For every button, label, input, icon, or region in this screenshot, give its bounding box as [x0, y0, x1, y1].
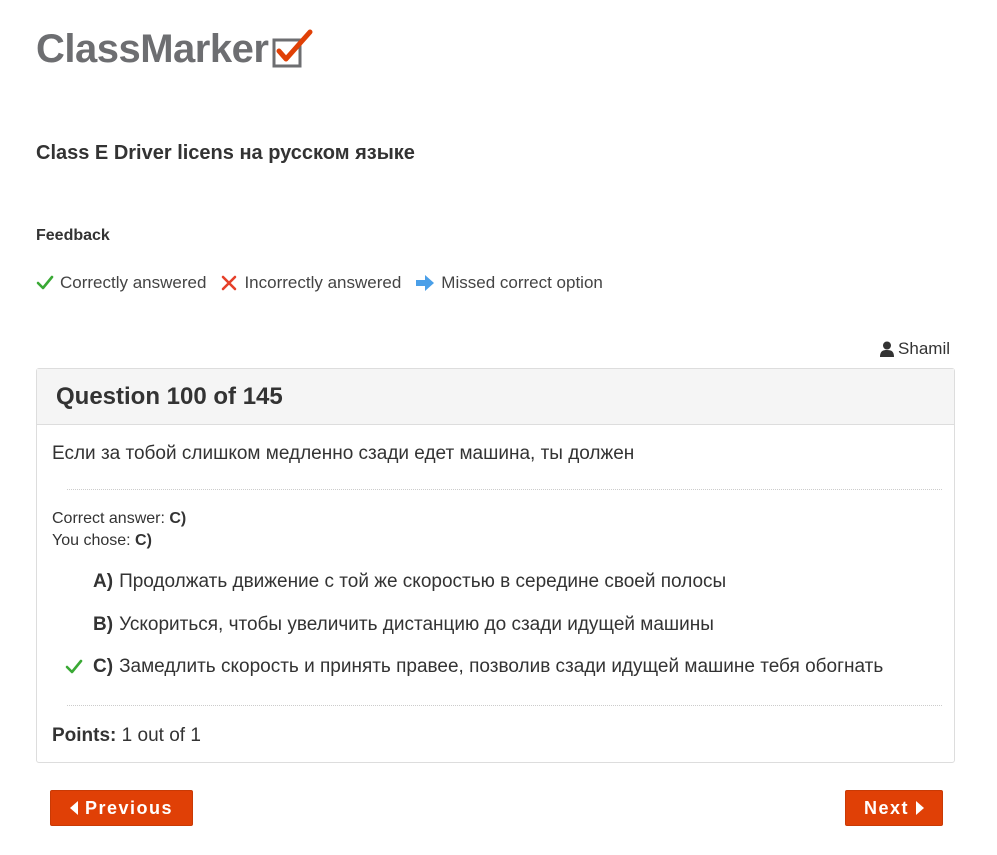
cross-icon [222, 275, 237, 291]
legend-label: Missed correct option [441, 273, 603, 292]
next-button[interactable]: Next [845, 790, 943, 826]
next-button-label: Next [863, 797, 909, 818]
divider [67, 705, 942, 706]
check-icon [65, 659, 83, 674]
question-number: Question 100 of 145 [56, 382, 283, 410]
classmarker-logo: ClassMarker [36, 26, 314, 72]
checkbox-check-icon [272, 29, 313, 68]
legend-correct: Correctly answered [36, 270, 206, 296]
test-title: Class E Driver licens на русском языке [36, 142, 415, 164]
question-panel-heading: Question 100 of 145 [37, 369, 954, 425]
option-c: C) Замедлить скорость и принять правее, … [65, 655, 883, 679]
you-chose-line: You chose: C) [52, 530, 152, 552]
option-mark [65, 658, 93, 676]
correct-answer-value: C) [169, 510, 187, 527]
feedback-legend: Correctly answered Incorrectly answered … [36, 270, 617, 296]
caret-right-icon [916, 801, 924, 815]
user-info: Shamil [880, 338, 950, 360]
legend-label: Incorrectly answered [244, 273, 402, 292]
arrow-right-icon [416, 275, 435, 291]
option-text: Продолжать движение с той же скоростью в… [119, 571, 727, 592]
option-b: B) Ускориться, чтобы увеличить дистанцию… [65, 613, 714, 637]
you-chose-label: You chose: [52, 532, 131, 549]
user-icon [880, 341, 895, 357]
option-text: Ускориться, чтобы увеличить дистанцию до… [119, 614, 714, 635]
previous-button[interactable]: Previous [50, 790, 193, 826]
user-name: Shamil [898, 339, 950, 358]
correct-answer-label: Correct answer: [52, 510, 165, 527]
option-a: A) Продолжать движение с той же скорость… [65, 570, 726, 594]
check-icon [36, 275, 54, 290]
legend-label: Correctly answered [60, 273, 207, 292]
legend-missed: Missed correct option [415, 270, 603, 296]
legend-incorrect: Incorrectly answered [220, 270, 401, 296]
feedback-heading: Feedback [36, 227, 110, 244]
points-label: Points: [52, 725, 117, 746]
correct-answer-line: Correct answer: C) [52, 508, 186, 530]
question-text: Если за тобой слишком медленно сзади еде… [52, 443, 635, 464]
option-letter: A) [93, 571, 114, 592]
question-panel: Question 100 of 145 Если за тобой слишко… [36, 368, 955, 763]
previous-button-label: Previous [84, 797, 174, 818]
option-text: Замедлить скорость и принять правее, поз… [119, 656, 884, 677]
divider [67, 489, 942, 490]
logo-text: ClassMarker [36, 27, 269, 71]
points-line: Points: 1 out of 1 [52, 724, 201, 748]
points-value: 1 out of 1 [121, 725, 201, 746]
option-letter: B) [93, 614, 114, 635]
option-letter: C) [93, 656, 114, 677]
caret-left-icon [69, 801, 78, 815]
you-chose-value: C) [135, 532, 152, 549]
